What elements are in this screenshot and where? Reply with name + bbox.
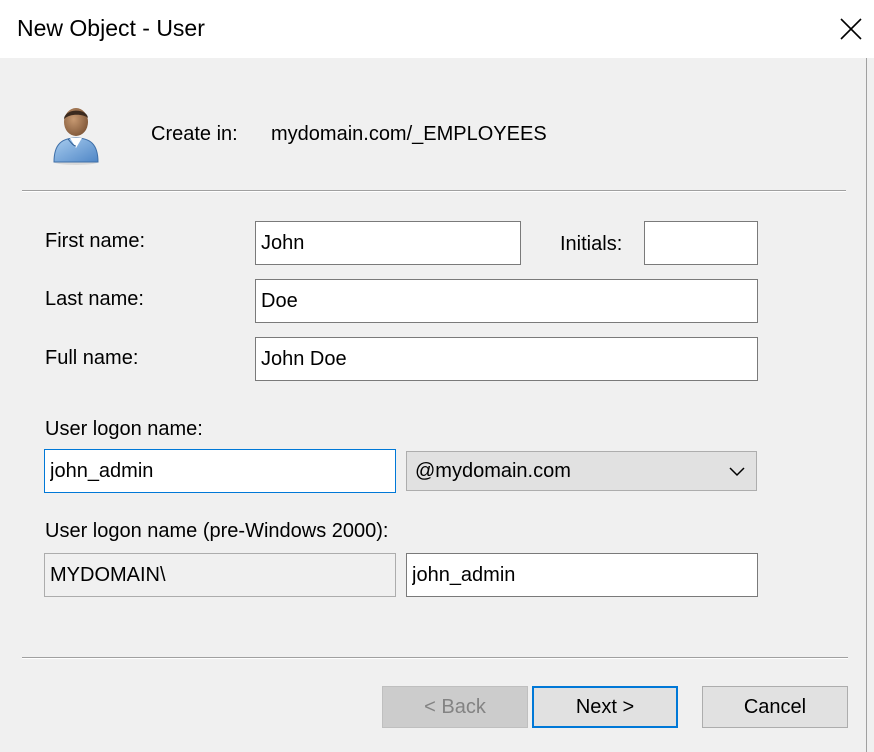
create-in-path: mydomain.com/_EMPLOYEES (271, 123, 547, 145)
window-title: New Object - User (17, 15, 205, 41)
next-button[interactable]: Next > (532, 686, 678, 728)
first-name-label: First name: (45, 230, 146, 252)
pre2000-domain-field (44, 553, 396, 597)
create-in-label: Create in: (151, 123, 238, 145)
cancel-button[interactable]: Cancel (702, 686, 848, 728)
logon-name-label: User logon name: (45, 418, 203, 440)
domain-suffix-value: @mydomain.com (415, 460, 571, 482)
pre2000-label: User logon name (pre-Windows 2000): (45, 520, 389, 542)
title-bar: New Object - User (0, 0, 874, 58)
window-border (866, 58, 867, 752)
last-name-input[interactable] (255, 279, 758, 323)
chevron-down-icon (729, 467, 745, 477)
back-button[interactable]: < Back (382, 686, 528, 728)
last-name-label: Last name: (45, 288, 144, 310)
full-name-label: Full name: (45, 347, 139, 369)
initials-input[interactable] (644, 221, 758, 265)
close-button[interactable] (828, 0, 874, 58)
close-icon (840, 18, 862, 40)
logon-name-input[interactable] (44, 449, 396, 493)
header-separator (22, 190, 846, 192)
initials-label: Initials: (560, 233, 623, 255)
first-name-input[interactable] (255, 221, 521, 265)
full-name-input[interactable] (255, 337, 758, 381)
footer-separator (22, 657, 848, 659)
pre2000-logon-input[interactable] (406, 553, 758, 597)
user-icon (53, 108, 99, 165)
domain-suffix-dropdown[interactable]: @mydomain.com (406, 451, 757, 491)
